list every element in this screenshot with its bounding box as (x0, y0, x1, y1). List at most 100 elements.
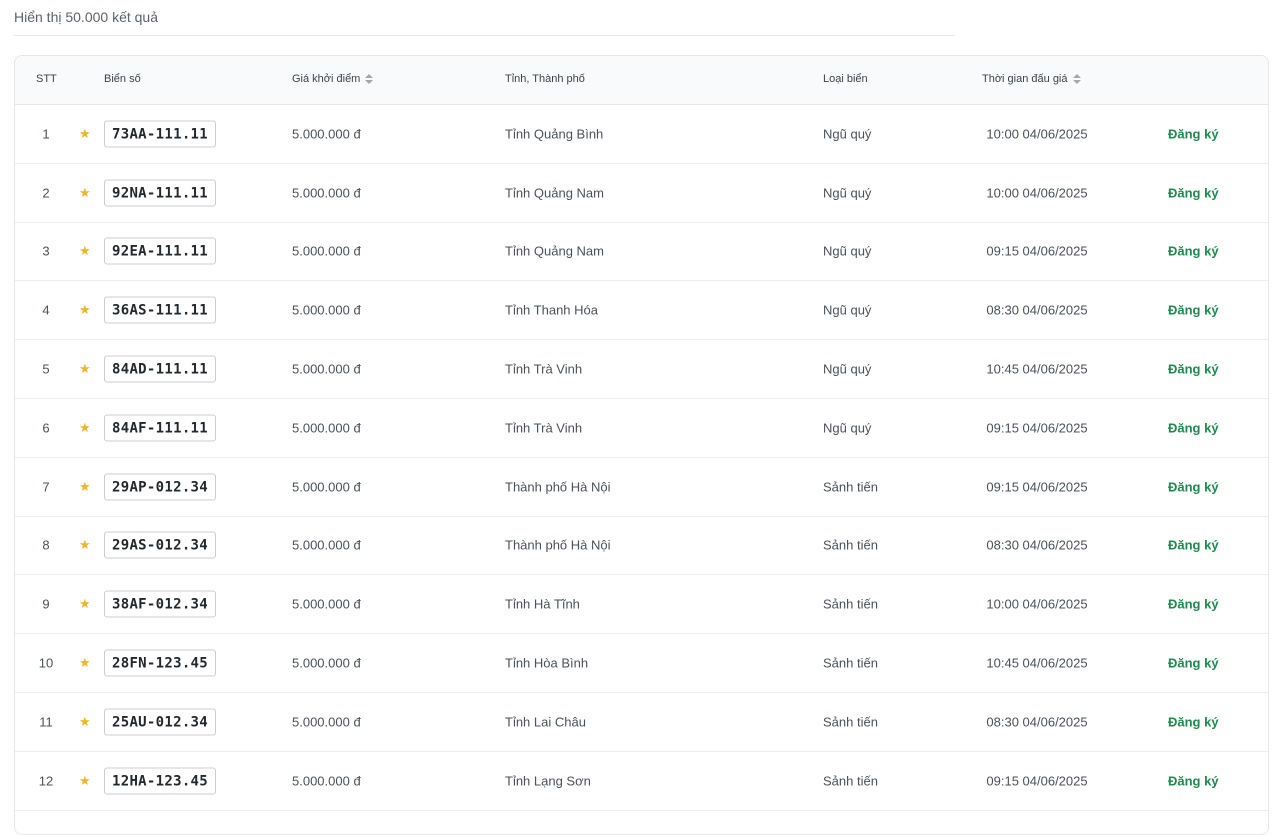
table-row: 12 ★ 12HA-123.45 5.000.000 đ Tỉnh Lạng S… (15, 752, 1268, 811)
header-stt: STT (36, 73, 57, 85)
table-body: 1 ★ 73AA-111.11 5.000.000 đ Tỉnh Quảng B… (15, 105, 1268, 811)
row-plate-type: Sảnh tiến (823, 596, 878, 612)
header-province: Tỉnh, Thành phố (505, 73, 585, 85)
register-button[interactable]: Đăng ký (1168, 714, 1219, 729)
plate-number[interactable]: 28FN-123.45 (104, 649, 216, 677)
row-province: Tỉnh Quảng Bình (505, 126, 604, 142)
header-type: Loại biển (823, 73, 868, 85)
star-icon[interactable]: ★ (79, 596, 91, 612)
plate-number[interactable]: 73AA-111.11 (104, 120, 216, 148)
table-row: 10 ★ 28FN-123.45 5.000.000 đ Tỉnh Hòa Bì… (15, 634, 1268, 693)
row-stt: 5 (42, 361, 50, 377)
star-icon[interactable]: ★ (79, 537, 91, 553)
row-stt: 3 (42, 243, 50, 259)
row-auction-time: 10:00 04/06/2025 (986, 596, 1088, 612)
star-icon[interactable]: ★ (79, 361, 91, 377)
row-auction-time: 10:45 04/06/2025 (986, 655, 1088, 671)
plate-number[interactable]: 36AS-111.11 (104, 296, 216, 324)
register-button[interactable]: Đăng ký (1168, 185, 1219, 200)
star-icon[interactable]: ★ (79, 479, 91, 495)
row-stt: 8 (42, 537, 50, 553)
register-button[interactable]: Đăng ký (1168, 773, 1219, 788)
row-plate-type: Sảnh tiến (823, 479, 878, 495)
row-auction-time: 09:15 04/06/2025 (986, 420, 1088, 436)
plate-number[interactable]: 92EA-111.11 (104, 237, 216, 265)
sort-icon[interactable] (1072, 74, 1081, 84)
row-plate-type: Sảnh tiến (823, 773, 878, 789)
row-stt: 9 (42, 596, 50, 612)
row-stt: 2 (42, 185, 50, 201)
row-plate-type: Ngũ quý (823, 420, 872, 436)
row-price: 5.000.000 đ (292, 773, 361, 789)
row-price: 5.000.000 đ (292, 596, 361, 612)
row-auction-time: 09:15 04/06/2025 (986, 243, 1088, 259)
row-price: 5.000.000 đ (292, 302, 361, 318)
table-row: 2 ★ 92NA-111.11 5.000.000 đ Tỉnh Quảng N… (15, 164, 1268, 223)
header-time-label: Thời gian đấu giá (982, 73, 1068, 85)
row-price: 5.000.000 đ (292, 126, 361, 142)
plate-number[interactable]: 38AF-012.34 (104, 590, 216, 618)
row-plate-type: Ngũ quý (823, 361, 872, 377)
register-button[interactable]: Đăng ký (1168, 126, 1219, 141)
header-price-sort[interactable]: Giá khởi điểm (292, 73, 374, 85)
star-icon[interactable]: ★ (79, 126, 91, 142)
row-stt: 10 (38, 655, 54, 671)
row-stt: 11 (39, 714, 53, 730)
register-button[interactable]: Đăng ký (1168, 597, 1219, 612)
row-plate-type: Ngũ quý (823, 243, 872, 259)
row-plate-type: Sảnh tiến (823, 655, 878, 671)
header-plate-label: Biển số (104, 73, 141, 85)
plate-number[interactable]: 29AP-012.34 (104, 473, 216, 501)
result-count-bar: Hiển thị 50.000 kết quả (14, 0, 955, 36)
star-icon[interactable]: ★ (79, 243, 91, 259)
row-province: Tỉnh Thanh Hóa (505, 302, 598, 318)
star-icon[interactable]: ★ (79, 773, 91, 789)
row-province: Tỉnh Hà Tĩnh (505, 596, 580, 612)
row-auction-time: 08:30 04/06/2025 (986, 302, 1088, 318)
auction-table: STT Biển số Giá khởi điểm Tỉnh, Thành ph… (14, 55, 1269, 835)
sort-icon[interactable] (365, 74, 374, 84)
header-time-sort[interactable]: Thời gian đấu giá (982, 73, 1081, 85)
table-row: 9 ★ 38AF-012.34 5.000.000 đ Tỉnh Hà Tĩnh… (15, 575, 1268, 635)
plate-number[interactable]: 84AD-111.11 (104, 355, 216, 383)
result-count-text: Hiển thị 50.000 kết quả (14, 9, 158, 25)
register-button[interactable]: Đăng ký (1168, 362, 1219, 377)
row-stt: 4 (42, 302, 50, 318)
row-price: 5.000.000 đ (292, 185, 361, 201)
star-icon[interactable]: ★ (79, 420, 91, 436)
row-price: 5.000.000 đ (292, 655, 361, 671)
row-province: Tỉnh Lạng Sơn (505, 773, 591, 789)
row-plate-type: Sảnh tiến (823, 714, 878, 730)
plate-number[interactable]: 12HA-123.45 (104, 767, 216, 795)
star-icon[interactable]: ★ (79, 655, 91, 671)
row-auction-time: 08:30 04/06/2025 (986, 537, 1088, 553)
header-stt-label: STT (36, 73, 57, 85)
register-button[interactable]: Đăng ký (1168, 656, 1219, 671)
plate-number[interactable]: 92NA-111.11 (104, 179, 216, 207)
register-button[interactable]: Đăng ký (1168, 244, 1219, 259)
row-province: Tỉnh Trà Vinh (505, 361, 583, 377)
row-price: 5.000.000 đ (292, 479, 361, 495)
plate-number[interactable]: 84AF-111.11 (104, 414, 216, 442)
row-auction-time: 10:00 04/06/2025 (986, 126, 1088, 142)
table-row: 8 ★ 29AS-012.34 5.000.000 đ Thành phố Hà… (15, 517, 1268, 576)
row-province: Tỉnh Hòa Bình (505, 655, 589, 671)
header-province-label: Tỉnh, Thành phố (505, 73, 585, 85)
table-row: 3 ★ 92EA-111.11 5.000.000 đ Tỉnh Quảng N… (15, 223, 1268, 282)
row-price: 5.000.000 đ (292, 714, 361, 730)
register-button[interactable]: Đăng ký (1168, 479, 1219, 494)
star-icon[interactable]: ★ (79, 185, 91, 201)
row-province: Tỉnh Quảng Nam (505, 185, 604, 201)
register-button[interactable]: Đăng ký (1168, 303, 1219, 318)
header-price-label: Giá khởi điểm (292, 73, 361, 85)
register-button[interactable]: Đăng ký (1168, 538, 1219, 553)
register-button[interactable]: Đăng ký (1168, 420, 1219, 435)
star-icon[interactable]: ★ (79, 302, 91, 318)
row-price: 5.000.000 đ (292, 537, 361, 553)
row-stt: 7 (42, 479, 50, 495)
row-auction-time: 08:30 04/06/2025 (986, 714, 1088, 730)
plate-number[interactable]: 29AS-012.34 (104, 531, 216, 559)
row-plate-type: Sảnh tiến (823, 537, 878, 553)
star-icon[interactable]: ★ (79, 714, 91, 730)
plate-number[interactable]: 25AU-012.34 (104, 708, 216, 736)
